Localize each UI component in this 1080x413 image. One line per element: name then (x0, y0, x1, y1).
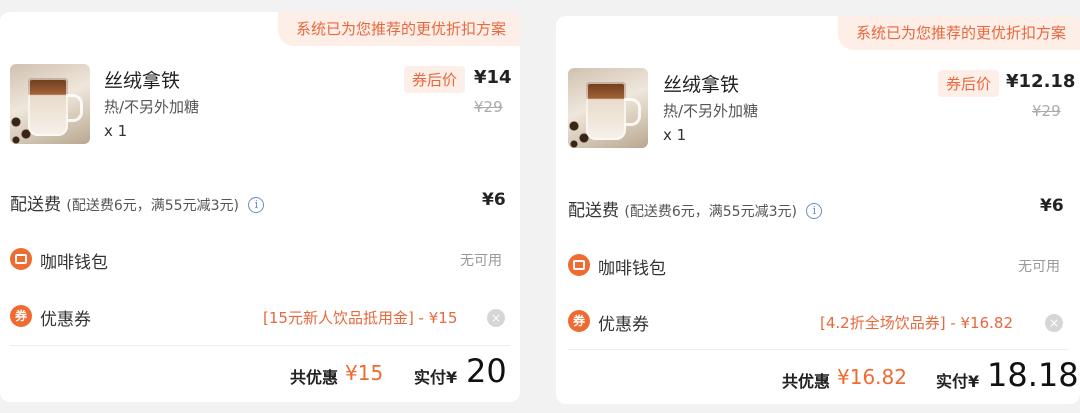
coupon-label[interactable]: 优惠券 (40, 305, 91, 330)
coupon-value[interactable]: [4.2折全场饮品券] - ¥16.82 (820, 312, 1013, 333)
original-price: ¥29 (1032, 102, 1061, 120)
total-discount-label: 共优惠 (290, 368, 339, 387)
info-icon[interactable]: i (806, 203, 823, 219)
product-spec: 热/不另外加糖 (104, 98, 200, 116)
cup-handle (624, 98, 641, 126)
delivery-fee-note: (配送费6元，满55元减3元) (66, 198, 239, 214)
product-image (568, 68, 648, 148)
after-coupon-badge: 券后价 (404, 66, 466, 93)
paid-label: 实付¥ (414, 368, 458, 387)
wallet-icon (10, 248, 32, 270)
wallet-label[interactable]: 咖啡钱包 (40, 248, 108, 273)
cup-handle (66, 94, 83, 122)
info-icon[interactable]: i (248, 197, 265, 213)
latte-cup (586, 82, 626, 140)
delivery-fee-note: (配送费6元，满55元减3元) (624, 204, 797, 220)
total-discount-value: ¥16.82 (837, 365, 907, 389)
after-coupon-badge: 券后价 (938, 70, 1000, 97)
wallet-value: 无可用 (460, 253, 502, 269)
delivery-fee-row: 配送费 (配送费6元，满55元减3元) i (10, 190, 265, 215)
product-spec: 热/不另外加糖 (663, 102, 759, 120)
order-summary-card: 系统已为您推荐的更优折扣方案 丝绒拿铁 热/不另外加糖 x 1 券后价 ¥12.… (556, 16, 1080, 404)
wallet-icon (568, 254, 590, 276)
wallet-value: 无可用 (1018, 259, 1060, 275)
product-name: 丝绒拿铁 (104, 70, 181, 92)
coupon-label[interactable]: 优惠券 (598, 310, 649, 335)
final-price: ¥12.18 (1006, 71, 1076, 92)
delivery-fee-row: 配送费 (配送费6元，满55元减3元) i (568, 196, 823, 221)
delivery-fee-value: ¥6 (482, 190, 506, 210)
divider (10, 345, 510, 346)
delivery-fee-value: ¥6 (1040, 196, 1064, 216)
latte-cup (28, 78, 68, 136)
delivery-fee-label: 配送费 (10, 195, 61, 215)
coupon-value[interactable]: [15元新人饮品抵用金] - ¥15 (263, 307, 457, 328)
paid-amount: 18.18 (987, 356, 1079, 394)
clear-icon[interactable]: × (1045, 314, 1063, 332)
product-quantity: x 1 (663, 126, 687, 144)
coupon-icon: 券 (568, 310, 590, 332)
clear-icon[interactable]: × (487, 309, 505, 327)
product-name: 丝绒拿铁 (663, 74, 740, 96)
delivery-fee-label: 配送费 (568, 201, 619, 221)
recommend-tag: 系统已为您推荐的更优折扣方案 (277, 12, 520, 46)
coupon-icon: 券 (10, 305, 32, 327)
divider (568, 349, 1068, 350)
total-discount-value: ¥15 (345, 361, 384, 385)
product-quantity: x 1 (104, 122, 128, 140)
wallet-label[interactable]: 咖啡钱包 (598, 254, 666, 279)
paid-amount: 20 (466, 352, 507, 390)
paid-label: 实付¥ (936, 372, 980, 391)
recommend-tag: 系统已为您推荐的更优折扣方案 (837, 16, 1080, 50)
order-summary-card: 系统已为您推荐的更优折扣方案 丝绒拿铁 热/不另外加糖 x 1 券后价 ¥14 … (0, 12, 520, 402)
product-image (10, 64, 90, 144)
original-price: ¥29 (474, 98, 503, 116)
total-discount-label: 共优惠 (782, 372, 831, 391)
final-price: ¥14 (474, 67, 512, 88)
